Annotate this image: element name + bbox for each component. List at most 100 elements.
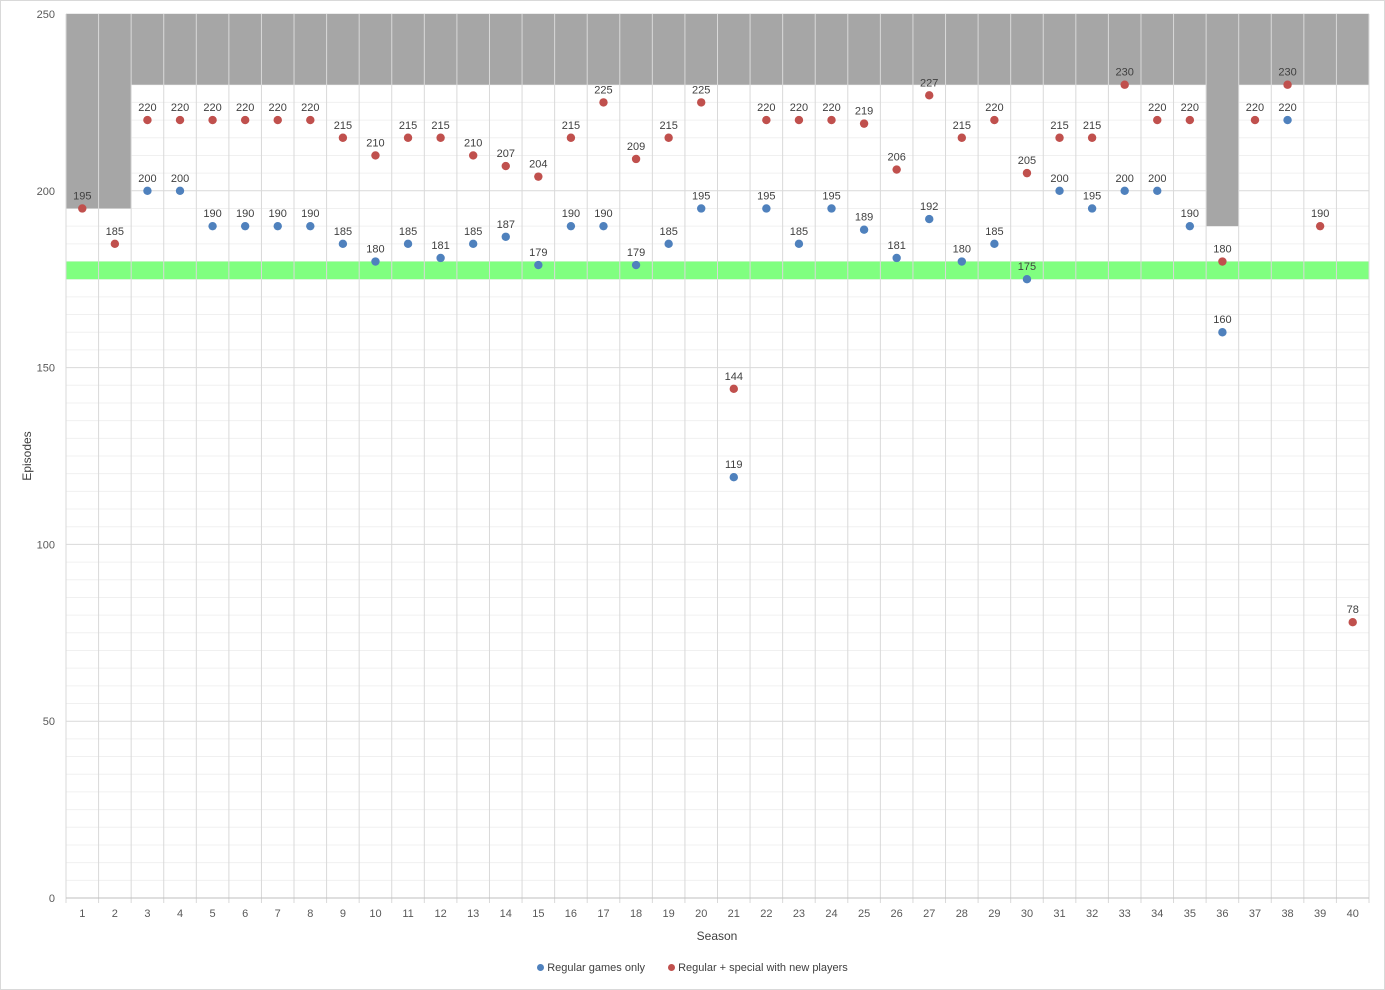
x-tick-label: 19 <box>663 908 675 920</box>
point-series-2-4 <box>175 115 185 125</box>
legend-item-series-2: Regular + special with new players <box>668 962 848 974</box>
background-band-19 <box>652 14 685 85</box>
point-series-1-24 <box>827 204 836 213</box>
background-band-21 <box>717 14 751 85</box>
background-band-3 <box>131 14 164 85</box>
data-label-series-2: 206 <box>887 152 905 164</box>
data-label-series-1: 195 <box>692 190 710 202</box>
point-series-1-15 <box>534 260 543 270</box>
scatter-chart: 0501001502002501 2 3 4 5 6 7 8 9 10 11 12 13 14 15 16 17… <box>37 9 1370 920</box>
point-series-1-31 <box>1055 186 1064 195</box>
data-label-series-2: 215 <box>399 120 417 132</box>
data-label-series-1: 185 <box>985 226 1003 238</box>
x-tick-label: 26 <box>891 908 903 920</box>
point-series-2-29 <box>990 115 999 125</box>
x-tick-label: 18 <box>630 908 642 920</box>
y-tick-label: 200 <box>37 186 55 198</box>
data-label-series-2: 230 <box>1278 67 1296 79</box>
background-band-2 <box>98 14 132 209</box>
data-label-series-2: 215 <box>562 120 580 132</box>
point-series-1-27 <box>925 214 934 224</box>
point-series-1-29 <box>990 239 999 249</box>
point-series-2-38 <box>1283 80 1292 89</box>
background-band-5 <box>196 14 229 85</box>
point-series-1-12 <box>436 253 445 263</box>
x-tick-label: 11 <box>402 908 413 920</box>
data-label-series-1: 190 <box>1181 208 1199 220</box>
data-label-series-2: 220 <box>790 102 808 114</box>
point-series-2-31 <box>1055 133 1064 142</box>
legend-label-series-1: Regular games only <box>547 962 646 974</box>
data-label-series-2: 209 <box>627 141 645 153</box>
point-series-1-16 <box>566 221 576 231</box>
background-band-26 <box>880 14 913 85</box>
data-label-series-2: 220 <box>138 102 156 114</box>
point-series-1-5 <box>208 221 217 231</box>
background-band-39 <box>1303 14 1337 85</box>
point-series-2-16 <box>566 133 576 142</box>
background-band-11 <box>391 14 425 85</box>
x-tick-label: 5 <box>210 908 216 920</box>
x-tick-label: 25 <box>858 908 870 920</box>
point-series-2-17 <box>599 98 608 107</box>
background-band-6 <box>228 14 262 85</box>
x-axis-title: Season <box>696 929 738 943</box>
data-label-series-2: 215 <box>953 120 971 132</box>
data-label-series-1: 187 <box>497 219 515 231</box>
data-label-series-2: 210 <box>464 137 482 149</box>
point-series-2-26 <box>892 165 901 174</box>
background-band-30 <box>1010 14 1044 85</box>
point-series-2-23 <box>794 115 804 125</box>
background-band-35 <box>1173 14 1207 85</box>
data-label-series-1: 190 <box>301 208 319 220</box>
background-band-24 <box>815 14 848 85</box>
point-series-2-15 <box>534 172 543 181</box>
data-label-series-2: 215 <box>1083 120 1101 132</box>
legend: Regular games only Regular + special wit… <box>0 962 1385 974</box>
point-series-2-33 <box>1120 80 1129 89</box>
background-band-36 <box>1206 14 1239 227</box>
x-tick-label: 37 <box>1249 908 1261 920</box>
point-series-2-10 <box>371 151 380 160</box>
point-series-1-3 <box>143 186 152 195</box>
point-series-2-40 <box>1348 617 1357 627</box>
point-series-1-6 <box>240 221 250 231</box>
data-label-series-2: 205 <box>1018 155 1036 167</box>
data-label-series-1: 190 <box>594 208 612 220</box>
data-label-series-1: 195 <box>1083 190 1101 202</box>
point-series-2-3 <box>143 115 152 125</box>
x-tick-label: 40 <box>1347 908 1359 920</box>
background-band-15 <box>522 14 555 85</box>
point-series-1-35 <box>1185 221 1195 231</box>
data-label-series-2: 220 <box>1246 102 1264 114</box>
background-band-20 <box>684 14 718 85</box>
point-series-1-14 <box>501 232 510 241</box>
x-tick-label: 30 <box>1021 908 1033 920</box>
x-tick-label: 16 <box>565 908 577 920</box>
x-tick-label: 36 <box>1216 908 1228 920</box>
data-label-series-1: 200 <box>1148 173 1166 185</box>
background-band-18 <box>619 14 653 85</box>
point-series-1-9 <box>338 239 348 249</box>
data-label-series-1: 200 <box>1050 173 1068 185</box>
point-series-2-28 <box>957 133 967 142</box>
point-series-2-6 <box>240 115 250 125</box>
background-band-31 <box>1043 14 1076 85</box>
data-label-series-1: 185 <box>659 226 677 238</box>
background-band-23 <box>782 14 816 85</box>
data-label-series-1: 185 <box>464 226 482 238</box>
point-series-2-30 <box>1022 168 1032 178</box>
legend-marker-series-1 <box>537 964 545 971</box>
point-series-1-10 <box>371 257 380 266</box>
x-tick-label: 31 <box>1053 908 1065 920</box>
x-tick-label: 1 <box>79 908 85 920</box>
point-series-2-20 <box>697 98 706 107</box>
point-series-2-18 <box>631 154 641 164</box>
point-series-2-8 <box>306 115 315 125</box>
data-label-series-1: 190 <box>203 208 221 220</box>
point-series-1-4 <box>175 186 185 195</box>
x-tick-label: 20 <box>695 908 707 920</box>
data-label-series-2: 78 <box>1347 604 1359 616</box>
point-series-2-27 <box>925 91 934 100</box>
data-label-series-1: 181 <box>431 240 449 252</box>
